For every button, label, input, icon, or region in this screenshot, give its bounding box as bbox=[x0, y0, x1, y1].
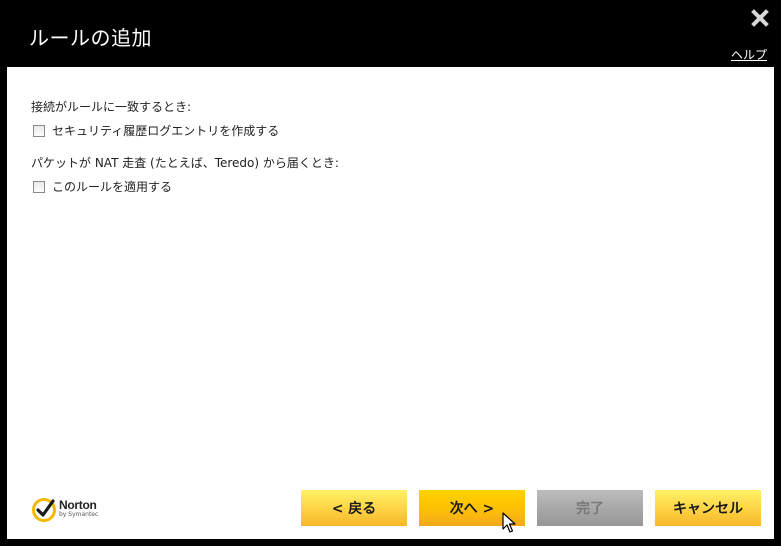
finish-button[interactable]: 完了 bbox=[537, 490, 643, 526]
dialog-title: ルールの追加 bbox=[29, 26, 152, 50]
mouse-cursor-icon bbox=[502, 512, 516, 533]
title-bar: ルールの追加 ヘルプ bbox=[0, 0, 781, 67]
log-entry-checkbox[interactable] bbox=[33, 124, 45, 137]
logo-sub: by Symantec bbox=[59, 511, 99, 518]
apply-rule-checkbox-row[interactable]: このルールを適用する bbox=[33, 178, 172, 195]
log-entry-checkbox-row[interactable]: セキュリティ履歴ログエントリを作成する bbox=[33, 122, 279, 139]
logo-name: Norton bbox=[59, 498, 97, 512]
content-panel: 接続がルールに一致するとき: セキュリティ履歴ログエントリを作成する パケットが… bbox=[7, 67, 774, 539]
norton-check-icon bbox=[32, 498, 56, 522]
rule-dialog: ルールの追加 ヘルプ 接続がルールに一致するとき: セキュリティ履歴ログエントリ… bbox=[0, 0, 781, 546]
log-entry-label: セキュリティ履歴ログエントリを作成する bbox=[52, 124, 280, 138]
section-label-match: 接続がルールに一致するとき: bbox=[31, 100, 192, 114]
help-link[interactable]: ヘルプ bbox=[731, 46, 767, 63]
section-label-nat: パケットが NAT 走査 (たとえば、Teredo) から届くとき: bbox=[31, 156, 339, 170]
norton-logo: Norton by Symantec bbox=[31, 497, 98, 523]
apply-rule-checkbox[interactable] bbox=[33, 180, 45, 193]
apply-rule-label: このルールを適用する bbox=[52, 180, 173, 194]
back-button[interactable]: < 戻る bbox=[301, 490, 407, 526]
cancel-button[interactable]: キャンセル bbox=[655, 490, 761, 526]
close-icon[interactable] bbox=[751, 9, 769, 27]
